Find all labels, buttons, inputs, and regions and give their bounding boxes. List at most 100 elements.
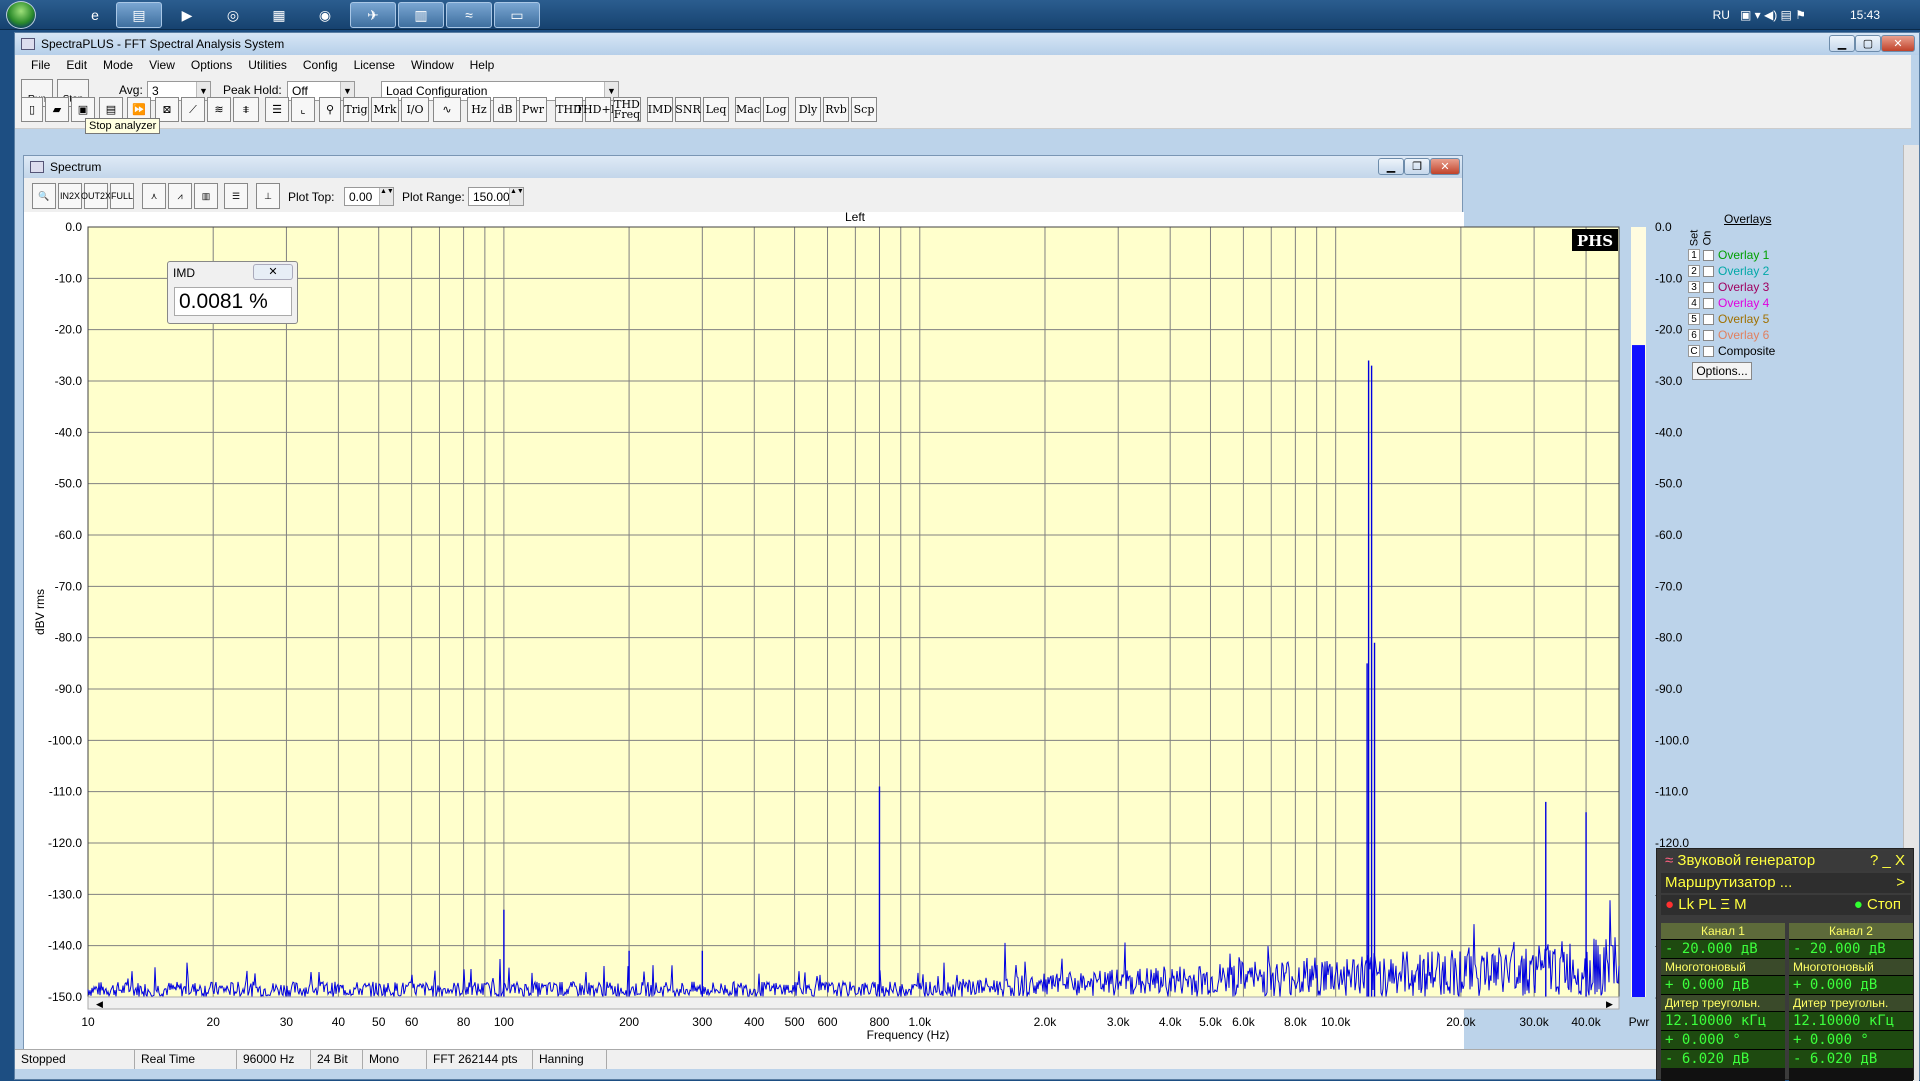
spectrum-close-button[interactable]: ✕ — [1430, 158, 1460, 175]
overlay-set-3[interactable]: 3 — [1688, 281, 1700, 293]
generator-stop-button[interactable]: ● Стоп — [1854, 895, 1901, 915]
overlay-checkbox-1[interactable] — [1703, 249, 1714, 261]
minimize-button[interactable]: ▁ — [1829, 35, 1855, 52]
sine-icon[interactable]: ∿ — [433, 97, 461, 122]
overlay-set-6[interactable]: 6 — [1688, 329, 1700, 341]
list-icon[interactable]: ☰ — [224, 183, 248, 209]
generator-window-controls[interactable]: ? _ X — [1870, 851, 1905, 871]
channel-2-dither[interactable]: Дитер треугольн. — [1789, 994, 1913, 1011]
channel-1-freq[interactable]: 12.10000 кГц — [1661, 1011, 1785, 1030]
overlay-checkbox-4[interactable] — [1703, 297, 1714, 309]
zoom-out-2x-icon[interactable]: OUT2X — [81, 183, 111, 209]
overlay-row-5[interactable]: 5 Overlay 5 — [1688, 312, 1769, 326]
chrome-icon[interactable]: ◉ — [302, 2, 348, 28]
menu-config[interactable]: Config — [295, 58, 346, 72]
chevron-right-icon[interactable]: > — [1896, 873, 1905, 893]
maximize-button[interactable]: ▢ — [1855, 35, 1881, 52]
menu-file[interactable]: File — [23, 58, 58, 72]
channel-2-phase[interactable]: + 0.000 ° — [1789, 1030, 1913, 1049]
spectraplus-icon[interactable]: ▥ — [398, 2, 444, 28]
overlay-row-1[interactable]: 1 Overlay 1 — [1688, 248, 1769, 262]
channel-1-offset[interactable]: + 0.000 дВ — [1661, 975, 1785, 994]
overlay-checkbox-6[interactable] — [1703, 329, 1714, 341]
overlay-set-1[interactable]: 1 — [1688, 249, 1700, 261]
snr-button[interactable]: SNR — [675, 97, 701, 122]
line-plot-icon[interactable]: ⩘ — [168, 183, 192, 209]
router-row[interactable]: Маршрутизатор ... > — [1661, 873, 1911, 893]
new-file-icon[interactable]: ▯ — [21, 97, 43, 122]
plot-area[interactable] — [24, 212, 1464, 1064]
channel-2-level2[interactable]: - 6.020 дВ — [1789, 1049, 1913, 1068]
plane-icon[interactable]: ✈ — [350, 2, 396, 28]
clock[interactable]: 15:43 — [1850, 8, 1880, 22]
thdn-button[interactable]: THD+N — [576, 97, 620, 122]
db-button[interactable]: dB — [493, 97, 517, 122]
generator-flags[interactable]: Lk PL Ξ M — [1678, 896, 1746, 913]
record-icon[interactable]: ● — [1665, 896, 1678, 913]
spinner-icon[interactable]: ▲▼ — [379, 188, 394, 205]
imd-button[interactable]: IMD — [647, 97, 673, 122]
channel-1-type[interactable]: Многотоновый — [1661, 958, 1785, 975]
menu-utilities[interactable]: Utilities — [240, 58, 295, 72]
zoom-icon[interactable]: 🔍 — [32, 183, 56, 209]
bar-plot-icon[interactable]: ▥ — [194, 183, 218, 209]
plot-top-input[interactable]: 0.00 ▲▼ — [344, 187, 394, 206]
overlay-row-6[interactable]: 6 Overlay 6 — [1688, 328, 1769, 342]
io-button[interactable]: I/O — [401, 97, 429, 122]
language-indicator[interactable]: RU — [1713, 8, 1730, 22]
overlay-row-4[interactable]: 4 Overlay 4 — [1688, 296, 1769, 310]
start-button[interactable] — [6, 1, 36, 29]
overlay-checkbox-composite[interactable] — [1703, 345, 1714, 357]
overlay-set-4[interactable]: 4 — [1688, 297, 1700, 309]
spinner-icon[interactable]: ▲▼ — [509, 188, 524, 205]
open-file-icon[interactable]: ▰ — [45, 97, 69, 122]
spectrum-restore-button[interactable]: ❐ — [1404, 158, 1430, 175]
zoom-full-icon[interactable]: FULL — [110, 183, 134, 209]
dly-button[interactable]: Dly — [795, 97, 821, 122]
app-icon[interactable]: ◎ — [210, 2, 256, 28]
generator-icon[interactable]: ≈ — [446, 2, 492, 28]
probe-icon[interactable]: ⚲ — [319, 97, 341, 122]
peak-icon[interactable]: ⋏ — [142, 183, 166, 209]
menu-window[interactable]: Window — [403, 58, 462, 72]
spectrogram-icon[interactable]: ≋ — [207, 97, 231, 122]
zoom-in-2x-icon[interactable]: IN2X — [58, 183, 82, 209]
close-button[interactable]: ✕ — [1881, 35, 1915, 52]
tray-icons[interactable]: ▣ ▾ ◀) ▤ ⚑ — [1740, 8, 1806, 22]
close-icon[interactable]: ✕ — [253, 264, 293, 280]
pwr-button[interactable]: Pwr — [519, 97, 547, 122]
menu-mode[interactable]: Mode — [95, 58, 141, 72]
channel-1-level2[interactable]: - 6.020 дВ — [1661, 1049, 1785, 1068]
channel-2-offset[interactable]: + 0.000 дВ — [1789, 975, 1913, 994]
menu-options[interactable]: Options — [183, 58, 240, 72]
log-button[interactable]: Log — [763, 97, 789, 122]
menu-edit[interactable]: Edit — [58, 58, 95, 72]
overlay-row-composite[interactable]: C Composite — [1688, 344, 1775, 358]
overlay-row-3[interactable]: 3 Overlay 3 — [1688, 280, 1769, 294]
axis-icon[interactable]: ⌞ — [291, 97, 315, 122]
waterfall-icon[interactable]: ⩨ — [233, 97, 259, 122]
overlay-set-composite[interactable]: C — [1688, 345, 1700, 357]
window-icon[interactable]: ▭ — [494, 2, 540, 28]
ramp-icon[interactable]: ⟋ — [181, 97, 205, 122]
overlay-checkbox-3[interactable] — [1703, 281, 1714, 293]
rvb-button[interactable]: Rvb — [823, 97, 849, 122]
plot-range-input[interactable]: 150.00 ▲▼ — [468, 187, 524, 206]
list-icon[interactable]: ☰ — [265, 97, 289, 122]
media-player-icon[interactable]: ▶ — [164, 2, 210, 28]
overlay-set-5[interactable]: 5 — [1688, 313, 1700, 325]
overlay-checkbox-5[interactable] — [1703, 313, 1714, 325]
thd-freq-button[interactable]: THD Freq — [613, 97, 641, 122]
channel-2-level[interactable]: - 20.000 дВ — [1789, 939, 1913, 958]
overlay-checkbox-2[interactable] — [1703, 265, 1714, 277]
menu-help[interactable]: Help — [462, 58, 503, 72]
channel-1-phase[interactable]: + 0.000 ° — [1661, 1030, 1785, 1049]
overlay-row-2[interactable]: 2 Overlay 2 — [1688, 264, 1769, 278]
imd-panel[interactable]: IMD ✕ 0.0081 % — [167, 261, 298, 324]
overlay-set-2[interactable]: 2 — [1688, 265, 1700, 277]
channel-2-freq[interactable]: 12.10000 кГц — [1789, 1011, 1913, 1030]
channel-1-level[interactable]: - 20.000 дВ — [1661, 939, 1785, 958]
scale-icon[interactable]: ⊥ — [256, 183, 280, 209]
channel-2-type[interactable]: Многотоновый — [1789, 958, 1913, 975]
channel-1-dither[interactable]: Дитер треугольн. — [1661, 994, 1785, 1011]
